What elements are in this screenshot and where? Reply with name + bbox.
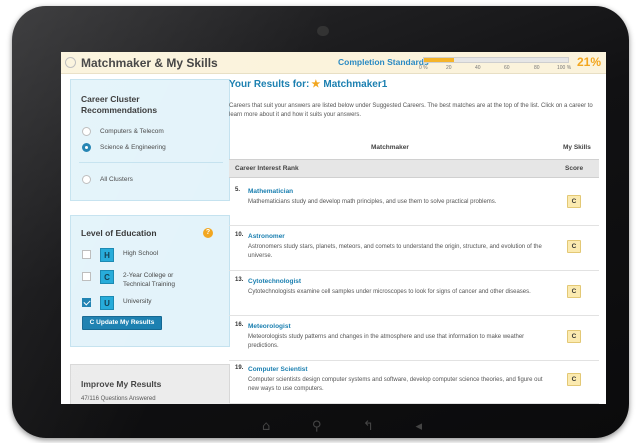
education-label: 2-Year College or Technical Training [123,272,176,288]
tablet-softkeys: ⌂ ⚲ ↰ ◂ [262,416,422,436]
home-icon[interactable]: ⌂ [262,419,270,434]
career-row-cytotechnologist[interactable]: 13. Cytotechnologist Cytotechnologists e… [229,273,599,316]
cluster-label: Computers & Telecom [100,128,164,135]
career-rank: 16. [235,322,244,328]
progress-fill [424,58,455,62]
column-matchmaker[interactable]: Matchmaker [371,144,409,151]
tick-label: 40 [475,65,481,71]
education-panel: Level of Education ? H High School C 2-Y… [70,215,230,347]
career-link[interactable]: Mathematician [248,188,293,195]
score-badge[interactable]: C [567,330,581,343]
tick-label: 80 [534,65,540,71]
career-rank: 5. [235,187,241,193]
progress-ticks: 0 % 20 40 60 80 100 % [419,65,579,73]
career-description: Meteorologists study patterns and change… [248,334,525,349]
score-badge[interactable]: C [567,195,581,208]
education-label: University [123,298,152,305]
update-results-button[interactable]: C Update My Results [82,316,162,330]
career-row-astronomer[interactable]: 10. Astronomer Astronomers study stars, … [229,228,599,271]
improve-results-panel[interactable]: Improve My Results 47/116 Questions Answ… [70,364,230,404]
tick-label: 100 % [557,65,572,71]
career-cluster-panel: Career Cluster Recommendations Computers… [70,79,230,201]
score-badge[interactable]: C [567,373,581,386]
app-screen: Matchmaker & My Skills Completion Standa… [61,52,606,404]
education-option-college[interactable]: C 2-Year College or Technical Training [82,270,193,289]
radio-icon[interactable] [82,175,91,184]
cluster-option-science[interactable]: Science & Engineering [82,143,166,152]
level-badge: C [100,270,114,284]
career-row-meteorologist[interactable]: 16. Meteorologist Meteorologists study p… [229,318,599,361]
tick-label: 0 % [419,65,428,71]
career-rank: 13. [235,277,244,283]
back-arrow-icon[interactable]: ↰ [363,419,374,434]
education-title: Level of Education [81,228,157,238]
career-row-computer-scientist[interactable]: 19. Computer Scientist Computer scientis… [229,361,599,404]
education-option-university[interactable]: U University [82,296,152,310]
header-bar: Matchmaker & My Skills Completion Standa… [61,52,606,74]
tablet-frame: Matchmaker & My Skills Completion Standa… [12,6,629,438]
results-intro: Careers that suit your answers are liste… [229,103,593,118]
education-label: High School [123,250,159,257]
improve-title: Improve My Results [81,379,162,389]
career-link[interactable]: Computer Scientist [248,366,308,373]
level-badge: U [100,296,114,310]
career-description: Computer scientists design computer syst… [248,377,543,392]
education-option-high-school[interactable]: H High School [82,248,158,262]
cluster-option-computers[interactable]: Computers & Telecom [82,127,164,136]
divider [79,162,223,163]
career-description: Mathematicians study and develop math pr… [248,199,497,205]
radio-selected-icon[interactable] [82,143,91,152]
level-badge: H [100,248,114,262]
camera-icon [317,26,329,36]
career-description: Cytotechnologists examine cell samples u… [248,289,531,295]
page-title: Matchmaker & My Skills [81,56,218,70]
score-header: Score [565,165,584,172]
career-link[interactable]: Astronomer [248,233,285,240]
radio-icon[interactable] [82,127,91,136]
back-icon[interactable] [65,57,76,68]
cluster-option-all[interactable]: All Clusters [82,175,133,184]
results-name: Matchmaker1 [323,79,388,90]
cluster-label: All Clusters [100,176,133,183]
help-icon[interactable]: ? [203,228,213,238]
tick-label: 20 [446,65,452,71]
cluster-label: Science & Engineering [100,144,166,151]
star-icon: ★ [311,79,321,90]
score-badge[interactable]: C [567,285,581,298]
career-link[interactable]: Meteorologist [248,323,291,330]
score-badge[interactable]: C [567,240,581,253]
rank-header: Career Interest Rank [235,165,299,172]
questions-answered: 47/116 Questions Answered [81,396,156,402]
volume-icon[interactable]: ◂ [415,419,422,434]
checkbox-icon[interactable] [82,250,91,259]
career-rank: 10. [235,232,244,238]
career-link[interactable]: Cytotechnologist [248,278,301,285]
tick-label: 60 [504,65,510,71]
completion-standards-link[interactable]: Completion Standards [338,57,429,67]
completion-progress-bar [423,57,569,63]
career-rank: 19. [235,365,244,371]
table-header-row: Career Interest Rank Score [229,159,599,178]
career-row-mathematician[interactable]: 5. Mathematician Mathematicians study an… [229,183,599,226]
results-heading: Your Results for: ★ Matchmaker1 [229,79,387,90]
column-my-skills[interactable]: My Skills [563,144,591,151]
completion-percent: 21% [577,55,602,69]
search-icon[interactable]: ⚲ [312,419,322,434]
career-description: Astronomers study stars, planets, meteor… [248,244,542,259]
checkbox-checked-icon[interactable] [82,298,91,307]
checkbox-icon[interactable] [82,272,91,281]
career-cluster-title: Career Cluster Recommendations [81,94,158,115]
results-prefix: Your Results for: [229,79,310,90]
